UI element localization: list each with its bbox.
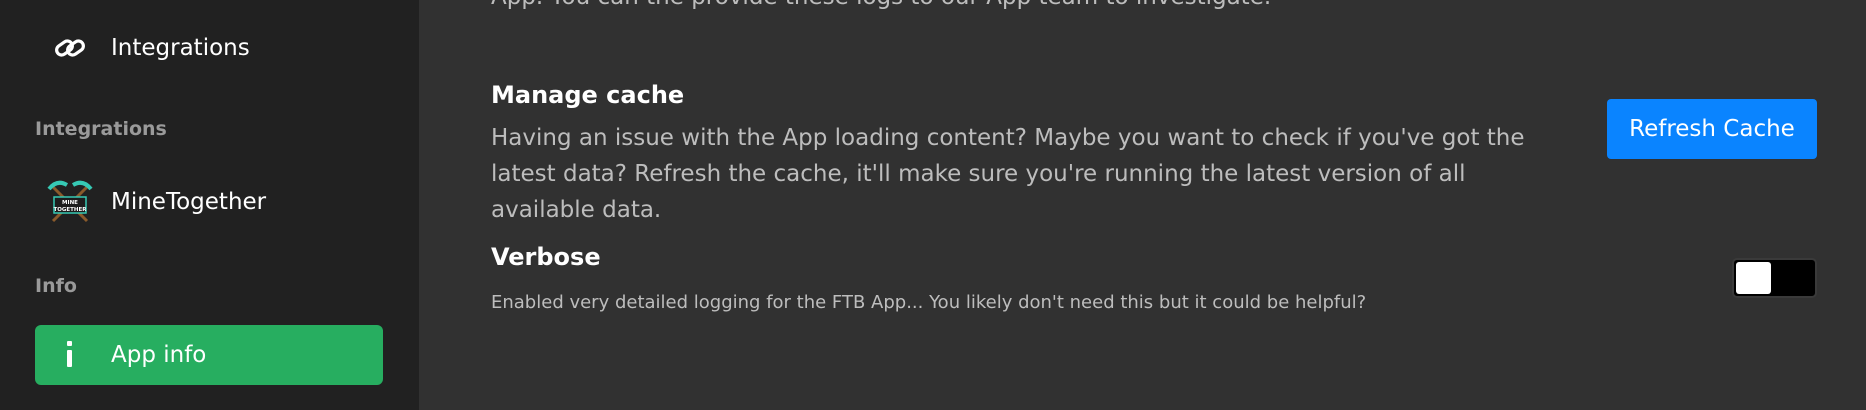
sidebar-item-label: MineTogether	[111, 189, 267, 215]
refresh-cache-button[interactable]: Refresh Cache	[1607, 99, 1817, 159]
sidebar: Integrations Integrations MINE TOGETHER …	[0, 0, 419, 410]
info-icon	[45, 325, 95, 385]
toggle-knob	[1736, 262, 1771, 294]
section-title-info: Info	[35, 275, 77, 297]
section-title-integrations: Integrations	[35, 118, 167, 140]
verbose-toggle[interactable]	[1732, 258, 1817, 298]
svg-text:MINE: MINE	[62, 200, 78, 206]
sidebar-item-app-info[interactable]: App info	[35, 325, 383, 385]
svg-text:TOGETHER: TOGETHER	[53, 207, 87, 213]
verbose-description: Enabled very detailed logging for the FT…	[491, 292, 1367, 313]
sidebar-item-integrations[interactable]: Integrations	[35, 18, 383, 78]
manage-cache-title: Manage cache	[491, 81, 685, 109]
sidebar-item-label: App info	[111, 342, 207, 368]
verbose-title: Verbose	[491, 243, 601, 271]
logs-description: App. You can the provide these logs to o…	[491, 0, 1271, 14]
main-content: App. You can the provide these logs to o…	[419, 0, 1866, 410]
settings-window: Integrations Integrations MINE TOGETHER …	[0, 0, 1866, 410]
sidebar-item-label: Integrations	[111, 35, 250, 61]
manage-cache-description: Having an issue with the App loading con…	[491, 125, 1525, 223]
sidebar-item-minetogether[interactable]: MINE TOGETHER MineTogether	[35, 172, 383, 232]
link-icon	[45, 18, 95, 78]
minetogether-logo: MINE TOGETHER	[45, 172, 95, 232]
